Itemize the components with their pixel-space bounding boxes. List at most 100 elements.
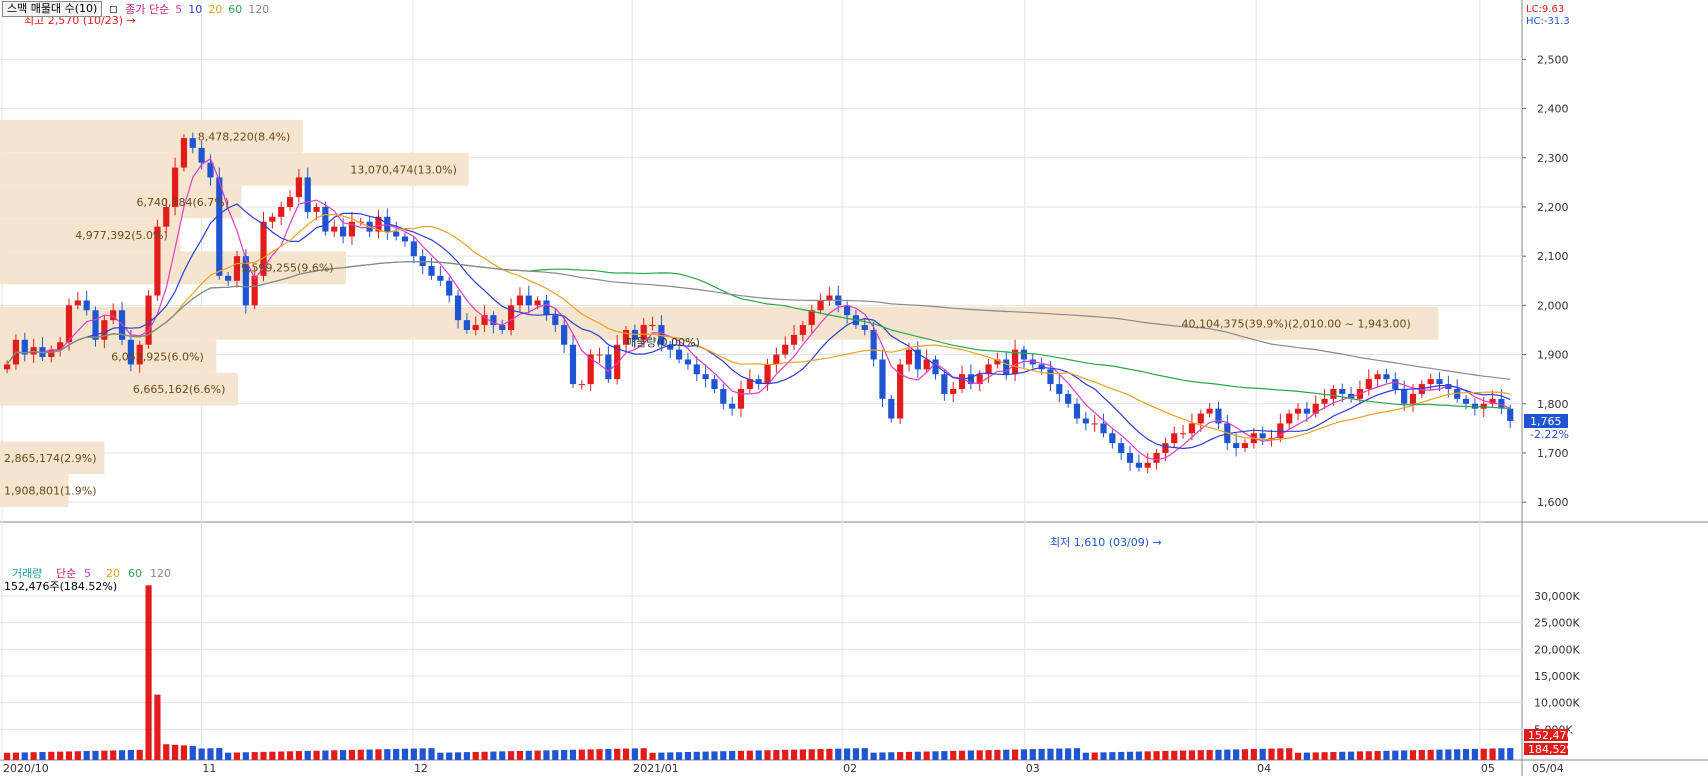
legend-ma10[interactable]: 10 [188, 3, 202, 16]
volume-bar [614, 748, 621, 760]
candle-body [1259, 433, 1266, 439]
price-tick-label: 2,500 [1537, 53, 1569, 66]
legend-ma120[interactable]: 120 [248, 3, 269, 16]
price-tick-label: 1,900 [1537, 349, 1569, 362]
volume-bar [596, 749, 603, 760]
volume-bar [649, 752, 656, 760]
candle-body [472, 325, 479, 330]
volume-current-label: 152,476주(184.52%) [4, 580, 117, 593]
volume-bar [1401, 750, 1408, 760]
volume-profile-button[interactable]: 스맥 매물대 수(10) [2, 1, 103, 17]
legend-toggle-icon[interactable] [110, 5, 118, 13]
x-tick-label: 12 [414, 762, 428, 775]
chart-toolbar: 스맥 매물대 수(10) 종가 단순 5 10 20 60 120 [0, 0, 269, 18]
volume-bar [74, 751, 81, 760]
volume-bar [711, 751, 718, 760]
volume-bar [1286, 748, 1293, 760]
price-tick-label: 2,400 [1537, 103, 1569, 116]
volume-bar [729, 751, 736, 760]
volume-bar [322, 750, 329, 760]
candle-body [1241, 443, 1249, 449]
candle-body [516, 295, 524, 306]
volume-bar [905, 751, 913, 760]
volume-bar [1436, 749, 1443, 760]
volume-bar [127, 750, 134, 760]
legend-ma20[interactable]: 20 [208, 3, 222, 16]
candle-body [799, 325, 806, 335]
volume-bar [207, 748, 214, 760]
price-tick-label: 1,800 [1537, 398, 1569, 411]
legend-ma5[interactable]: 5 [175, 3, 182, 16]
legend-ma60[interactable]: 60 [228, 3, 242, 16]
volume-bar [994, 749, 1001, 760]
price-tick-label: 2,300 [1537, 152, 1569, 165]
candle-body [569, 344, 577, 385]
x-tick-label: 11 [202, 762, 216, 775]
volume-bar [1126, 751, 1134, 760]
volume-bar [1374, 751, 1381, 760]
candle-body [1020, 349, 1028, 360]
candle-body [1100, 423, 1107, 434]
candle-body [782, 344, 789, 355]
volume-bar [1162, 750, 1169, 760]
candle-body [463, 320, 470, 330]
volume-tag-label: 152,476 [1528, 729, 1574, 742]
candle-body [1321, 398, 1328, 404]
candle-body [1374, 374, 1381, 380]
peak-profile-label: 매물량(0.00%) [626, 336, 700, 349]
candle-body [1392, 379, 1399, 389]
price-change-label: -2.22% [1530, 428, 1569, 441]
volume-bar [525, 750, 532, 760]
candle-body [1073, 403, 1081, 419]
x-tick-label: 05 [1481, 762, 1495, 775]
candle-body [958, 374, 966, 389]
candle-body [1330, 389, 1337, 399]
volume-bar [985, 750, 992, 760]
candle-body [578, 384, 585, 386]
candle-body [225, 275, 232, 281]
candle-body [1056, 384, 1063, 394]
volume-bar [658, 752, 665, 760]
candle-body [534, 300, 541, 306]
candle-body [870, 329, 877, 360]
volume-bar [622, 748, 630, 760]
volume-bar [1356, 751, 1364, 760]
candle-body [437, 275, 444, 281]
volume-bar [817, 749, 824, 760]
candle-body [525, 295, 532, 306]
x-tick-label: 2021/01 [633, 762, 679, 775]
candle-body [145, 295, 152, 345]
volume-ratio-tag-label: 184,52% [1528, 743, 1577, 756]
volume-bar [1507, 748, 1514, 760]
volume-bar [1056, 748, 1063, 760]
x-tick-label: 2020/10 [3, 762, 49, 775]
candle-body [552, 315, 559, 326]
volume-bar [755, 750, 762, 760]
candle-body [313, 206, 320, 212]
candle-body [1427, 379, 1434, 385]
volume-bar [499, 751, 506, 760]
volume-bar [242, 752, 249, 760]
volume-bar [516, 750, 524, 760]
volume-bar [888, 752, 895, 760]
volume-bar [295, 751, 302, 760]
volume-bar [1392, 750, 1399, 760]
candle-body [278, 206, 285, 217]
volume-bar [702, 751, 709, 760]
volume-bar [1471, 748, 1478, 760]
volume-bar [1180, 750, 1187, 760]
candle-body [446, 280, 453, 296]
volume-bar [65, 751, 73, 760]
volume-bar [304, 750, 311, 760]
candle-body [1303, 408, 1310, 414]
candle-body [1206, 408, 1213, 414]
stock-chart[interactable]: 2,500 2,400 2,300 2,200 2,100 2,000 1,900 1,800… [0, 0, 1708, 776]
volume-bar [172, 744, 179, 760]
x-tick-label: 03 [1026, 762, 1040, 775]
volume-bar [92, 750, 99, 760]
volume-bar [428, 748, 435, 760]
volume-bar [746, 750, 753, 760]
candle-body [817, 300, 824, 311]
volume-bar [1445, 749, 1452, 760]
candle-body [808, 310, 815, 326]
